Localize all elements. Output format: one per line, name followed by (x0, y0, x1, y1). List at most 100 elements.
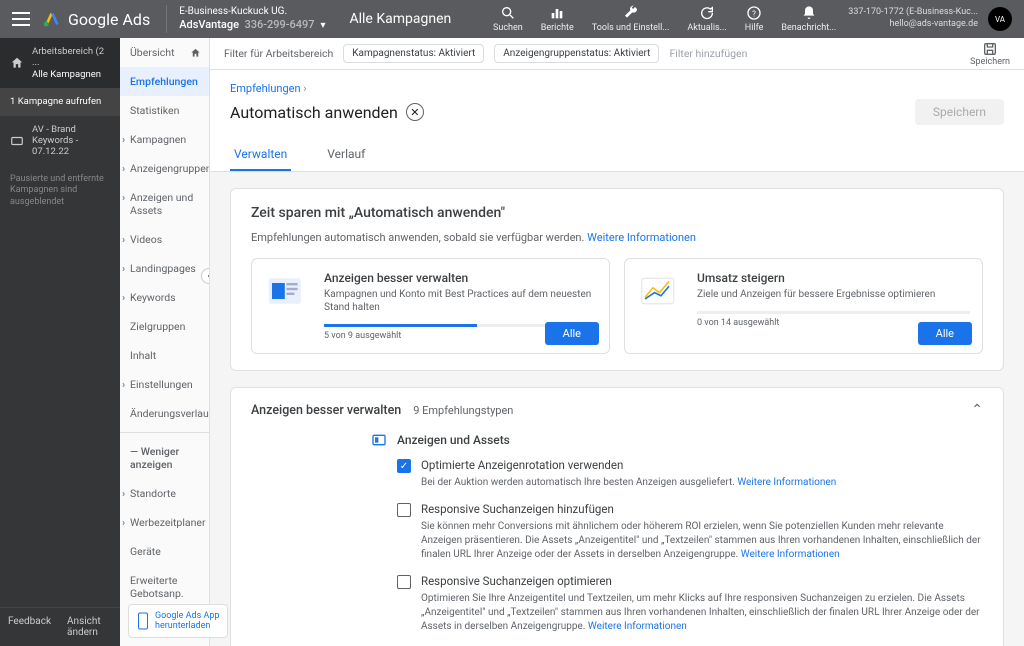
opt-title: Optimierte Anzeigenrotation verwenden (421, 458, 623, 472)
refresh-icon (699, 5, 715, 21)
opt-title: Responsive Suchanzeigen hinzufügen (421, 502, 614, 516)
save-icon (982, 41, 998, 57)
checkbox[interactable] (397, 459, 411, 473)
chevron-up-icon[interactable]: ⌃ (971, 402, 983, 418)
opt-desc: Bei der Auktion werden automatisch Ihre … (397, 476, 983, 490)
content-area: Filter für Arbeitsbereich Kampagnenstatu… (210, 38, 1024, 646)
bell-icon (801, 5, 817, 21)
manage-illustration (264, 271, 312, 311)
nav-changelog[interactable]: Änderungsverlauf (120, 399, 209, 428)
page-header: Empfehlungen Automatisch anwenden ✕ Spei… (210, 70, 1024, 172)
help-icon: ? (746, 5, 762, 21)
home-icon (190, 47, 201, 58)
nav-bid-adj[interactable]: Erweiterte Gebotsanp. (120, 566, 209, 608)
close-icon[interactable]: ✕ (406, 103, 424, 121)
change-view-link[interactable]: Ansicht ändern (67, 616, 112, 638)
help-button[interactable]: ?Hilfe (745, 5, 764, 33)
avatar[interactable]: VA (988, 7, 1012, 31)
breadcrumb[interactable]: Empfehlungen (230, 82, 1004, 95)
nav-adgroups[interactable]: Anzeigengruppen (120, 154, 209, 183)
svg-text:?: ? (752, 9, 756, 18)
tabs: Verwalten Verlauf (230, 139, 1004, 171)
feedback-link[interactable]: Feedback (8, 616, 51, 638)
card-increase-revenue[interactable]: Umsatz steigern Ziele und Anzeigen für b… (624, 258, 983, 354)
nav-videos[interactable]: Videos (120, 225, 209, 254)
nav-tests[interactable]: Tests (120, 637, 209, 646)
nav-content[interactable]: Inhalt (120, 341, 209, 370)
nav-statistics[interactable]: Statistiken (120, 96, 209, 125)
notifications-button[interactable]: Benachricht... (781, 5, 836, 33)
page-title: Automatisch anwenden ✕ (230, 103, 424, 122)
nav-locations[interactable]: Standorte (120, 479, 209, 508)
ads-assets-opt-0: Optimierte Anzeigenrotation verwenden Bei… (371, 458, 983, 490)
reports-button[interactable]: Berichte (541, 5, 574, 33)
nav-settings[interactable]: Einstellungen (120, 370, 209, 399)
chart-icon (549, 5, 565, 21)
filter-note: Pausierte und entfernte Kampagnen sind a… (0, 166, 120, 217)
nav-show-less[interactable]: — Weniger anzeigen (120, 437, 209, 479)
nav-schedule[interactable]: Werbezeitplaner (120, 508, 209, 537)
checkbox[interactable] (397, 503, 411, 517)
nav-keywords[interactable]: Keywords (120, 283, 209, 312)
nav-column: Übersicht Empfehlungen Statistiken Kampa… (120, 38, 210, 646)
section-title: Anzeigen besser verwalten (251, 403, 401, 418)
checkbox[interactable] (397, 575, 411, 589)
account-switcher[interactable]: E-Business-Kuckuck UG. AdsVantage 336-29… (166, 5, 325, 32)
menu-icon[interactable] (12, 10, 30, 28)
learn-more-link[interactable]: Weitere Informationen (588, 621, 687, 632)
home-icon (10, 56, 24, 70)
add-filter[interactable]: Filter hinzufügen (669, 47, 747, 60)
filter-bar: Filter für Arbeitsbereich Kampagnenstatu… (210, 38, 1024, 70)
section-manage-ads: Anzeigen besser verwalten 9 Empfehlungsty… (230, 387, 1004, 646)
hero-title: Zeit sparen mit „Automatisch anwenden" (251, 205, 983, 221)
ads-assets-opt-1: Responsive Suchanzeigen hinzufügen Sie kö… (371, 502, 983, 562)
campaign-item[interactable]: AV - Brand Keywords - 07.12.22 (0, 116, 120, 166)
logo[interactable]: Google Ads (42, 9, 150, 29)
select-all-manage[interactable]: Alle (545, 322, 599, 345)
opt-desc: Sie können mehr Conversions mit ähnliche… (397, 520, 983, 562)
campaign-icon (10, 134, 24, 148)
learn-more-link[interactable]: Weitere Informationen (737, 477, 836, 488)
chevron-down-icon: ▾ (320, 20, 325, 31)
learn-more-link[interactable]: Weitere Informationen (741, 549, 840, 560)
left-sidebar: Arbeitsbereich (2 ...Alle Kampagnen 1 Ka… (0, 38, 120, 646)
group-ads-assets: Anzeigen und Assets Optimierte Anzeigenr… (371, 432, 983, 634)
search-button[interactable]: Suchen (493, 5, 523, 33)
app-promo[interactable]: Google Ads Appherunterladen (210, 604, 228, 638)
campaign-count[interactable]: 1 Kampagne aufrufen (0, 88, 120, 115)
leftbar-footer: Feedback Ansicht ändern (0, 607, 120, 646)
filter-chip-campaign[interactable]: Kampagnenstatus: Aktiviert (343, 44, 484, 63)
nav-landing[interactable]: Landingpages (120, 254, 209, 283)
nav-ads-assets[interactable]: Anzeigen und Assets (120, 183, 209, 225)
contact-info: 337-170-1772 (E-Business-Kuc... hello@ad… (848, 7, 978, 30)
tools-button[interactable]: Tools und Einstell... (592, 5, 670, 33)
revenue-illustration (637, 271, 685, 311)
hero-card: Zeit sparen mit „Automatisch anwenden" E… (230, 188, 1004, 371)
page-context: Alle Kampagnen (349, 11, 451, 27)
save-button: Speichern (915, 99, 1004, 125)
select-all-revenue[interactable]: Alle (918, 322, 972, 345)
save-filter-button[interactable]: Speichern (970, 41, 1010, 67)
filter-label: Filter für Arbeitsbereich (224, 47, 333, 60)
nav-audiences[interactable]: Zielgruppen (120, 312, 209, 341)
filter-chip-adgroup[interactable]: Anzeigengruppenstatus: Aktiviert (494, 44, 659, 63)
tab-history[interactable]: Verlauf (323, 139, 369, 171)
card-manage-ads[interactable]: Anzeigen besser verwalten Kampagnen und … (251, 258, 610, 354)
collapse-nav-button[interactable]: ‹ (201, 268, 210, 284)
nav-campaigns[interactable]: Kampagnen (120, 125, 209, 154)
hero-subtitle: Empfehlungen automatisch anwenden, sobal… (251, 231, 983, 244)
refresh-button[interactable]: Aktualis... (687, 5, 726, 33)
opt-desc: Optimieren Sie Ihre Anzeigentitel und Te… (397, 592, 983, 634)
nav-devices[interactable]: Geräte (120, 537, 209, 566)
workspace-selector[interactable]: Arbeitsbereich (2 ...Alle Kampagnen (0, 38, 120, 88)
topbar: Google Ads E-Business-Kuckuck UG. AdsVan… (0, 0, 1024, 38)
ads-assets-opt-2: Responsive Suchanzeigen optimierenOptimi… (371, 574, 983, 634)
wrench-icon (623, 5, 639, 21)
section-count: 9 Empfehlungstypen (413, 404, 513, 417)
hero-link[interactable]: Weitere Informationen (587, 231, 696, 244)
tab-manage[interactable]: Verwalten (230, 139, 291, 171)
nav-recommendations[interactable]: Empfehlungen (120, 67, 209, 96)
google-ads-logo-icon (42, 9, 62, 29)
ads-assets-icon (371, 432, 387, 448)
nav-overview[interactable]: Übersicht (120, 38, 209, 67)
